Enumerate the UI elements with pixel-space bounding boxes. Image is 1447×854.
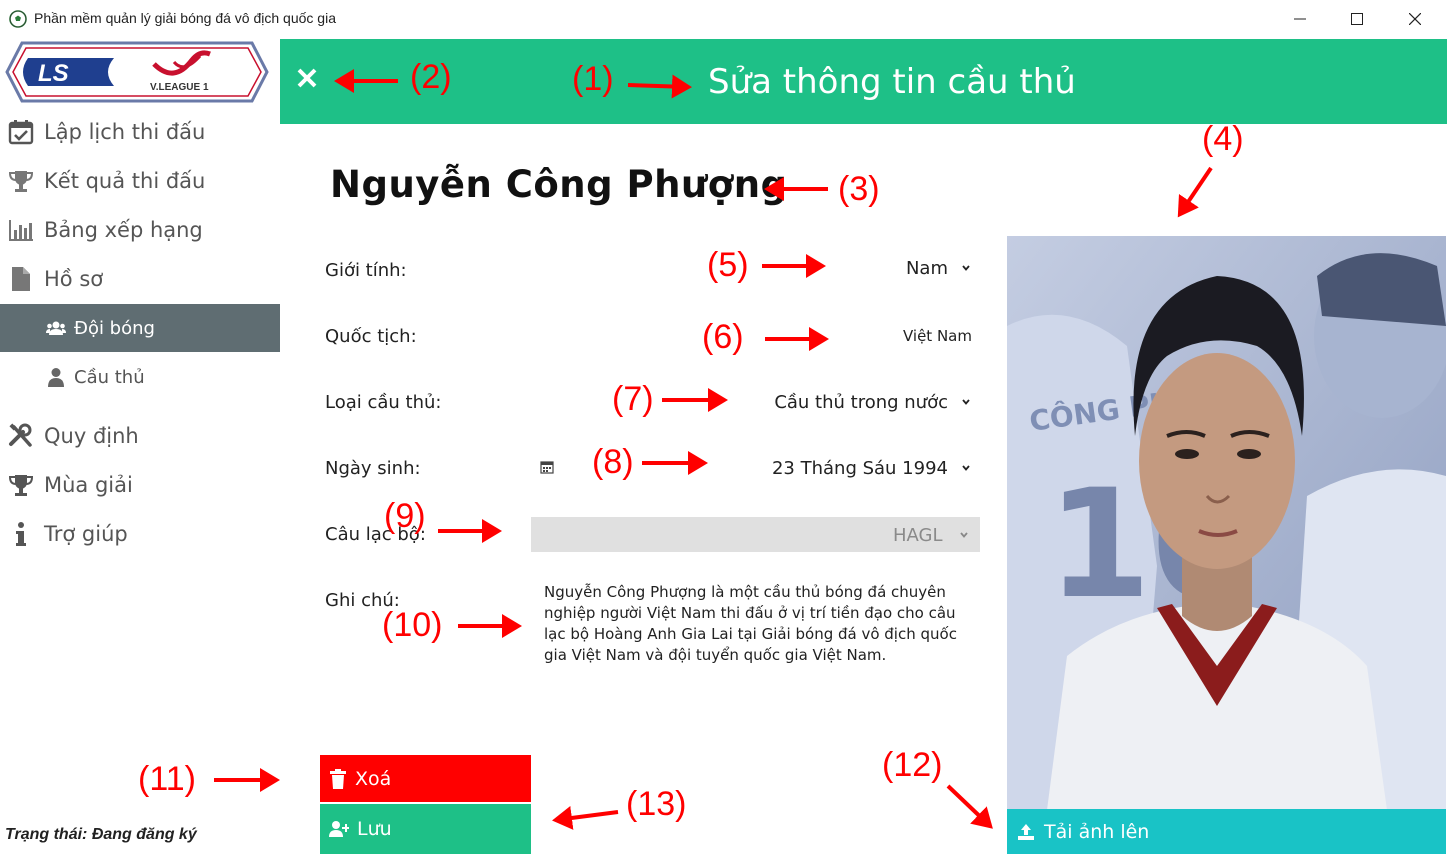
arrow-1 bbox=[627, 74, 692, 99]
arrow-13 bbox=[552, 806, 619, 830]
arrow-12 bbox=[946, 784, 993, 829]
arrow-4 bbox=[1177, 166, 1213, 218]
annotation-arrows bbox=[214, 69, 1213, 830]
